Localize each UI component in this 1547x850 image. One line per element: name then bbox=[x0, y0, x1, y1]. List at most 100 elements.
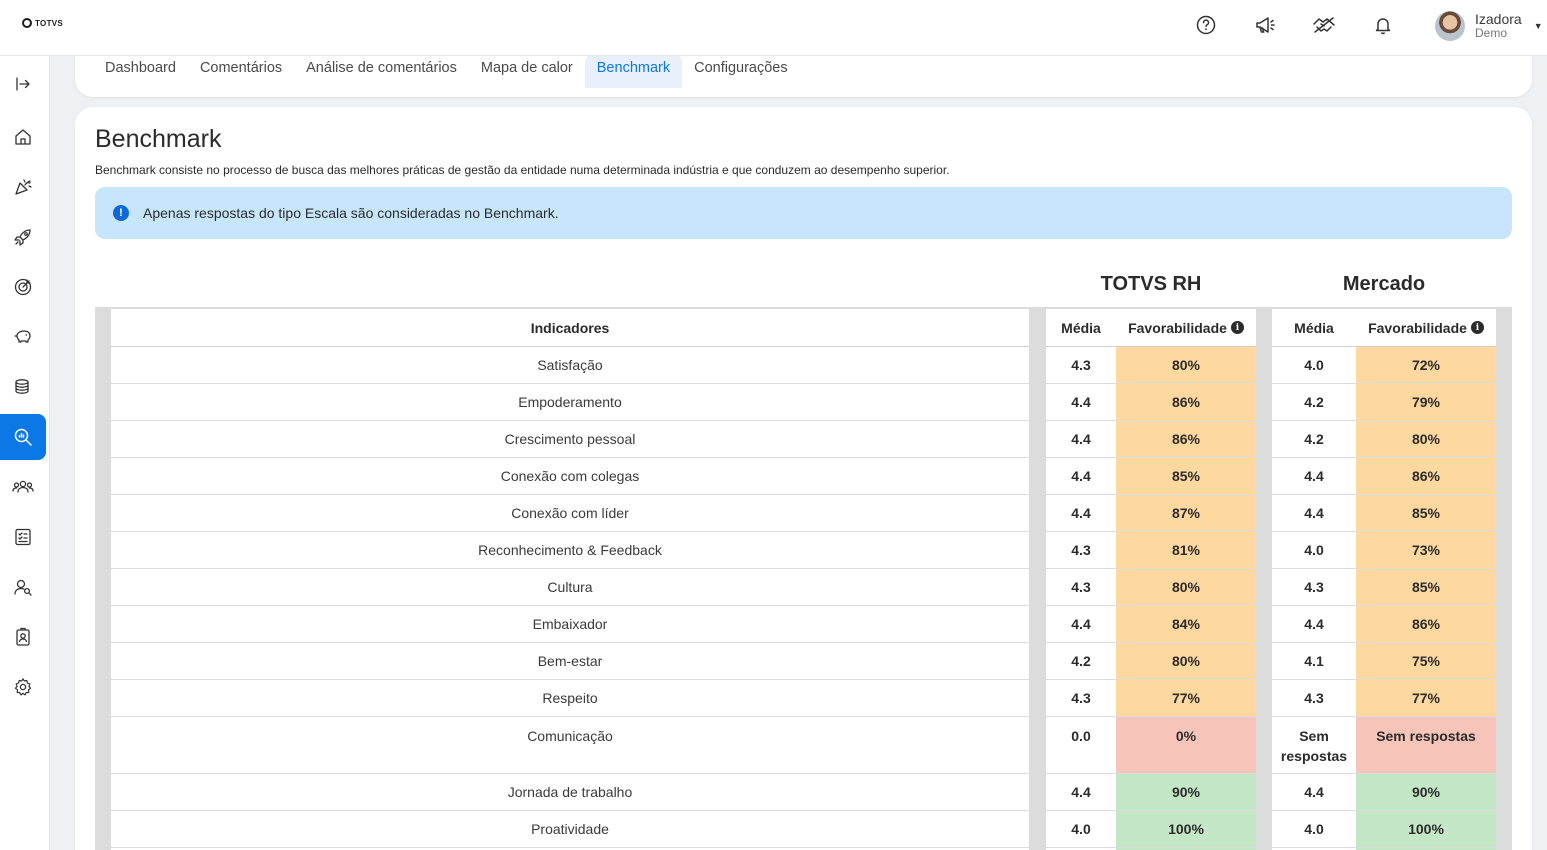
home-icon[interactable] bbox=[0, 114, 46, 160]
table-row: 4.3 80% bbox=[1046, 569, 1256, 606]
media-cell: 4.4 bbox=[1071, 468, 1091, 484]
media-cell: 4.4 bbox=[1304, 468, 1324, 484]
avatar bbox=[1435, 11, 1465, 41]
help-icon[interactable] bbox=[1194, 13, 1218, 37]
media-cell: 4.3 bbox=[1071, 690, 1091, 706]
tab-an-lise-de-coment-rios[interactable]: Análise de comentários bbox=[294, 54, 469, 88]
table-row: Bem-estar bbox=[111, 643, 1029, 680]
handshake-icon[interactable] bbox=[1312, 13, 1336, 37]
top-header: TOTVS Izadora Demo ▼ bbox=[0, 0, 1547, 56]
table-row: 4.0 100% bbox=[1046, 811, 1256, 848]
header-indicadores: Indicadores bbox=[530, 319, 610, 336]
favorabilidade-cell: 81% bbox=[1116, 532, 1256, 568]
favorabilidade-cell: 86% bbox=[1356, 458, 1496, 494]
table-row: 4.4 87% bbox=[1046, 495, 1256, 532]
table-row: 4.0 73% bbox=[1272, 532, 1496, 569]
favorabilidade-cell: 79% bbox=[1356, 384, 1496, 420]
favorabilidade-cell: 85% bbox=[1356, 495, 1496, 531]
favorabilidade-cell: 72% bbox=[1356, 347, 1496, 383]
favorabilidade-cell: 80% bbox=[1116, 643, 1256, 679]
page-description: Benchmark consiste no processo de busca … bbox=[95, 163, 950, 177]
tab-dashboard[interactable]: Dashboard bbox=[93, 54, 188, 88]
bell-icon[interactable] bbox=[1371, 13, 1395, 37]
checklist-icon[interactable] bbox=[0, 514, 46, 560]
table-row: 4.4 86% bbox=[1046, 421, 1256, 458]
table-row: 4.4 90% bbox=[1272, 774, 1496, 811]
table-row: 4.4 85% bbox=[1046, 458, 1256, 495]
table-row: 4.4 86% bbox=[1046, 384, 1256, 421]
favorabilidade-cell: 80% bbox=[1116, 569, 1256, 605]
celebration-icon[interactable] bbox=[0, 164, 46, 210]
benchmark-table: Indicadores Satisfação Empoderamento Cresc… bbox=[95, 307, 1512, 850]
favorabilidade-cell: 100% bbox=[1356, 811, 1496, 847]
benchmark-card: Benchmark Benchmark consiste no processo… bbox=[75, 107, 1532, 850]
target-icon[interactable] bbox=[0, 264, 46, 310]
table-row: 4.3 80% bbox=[1046, 347, 1256, 384]
media-cell: 4.3 bbox=[1071, 357, 1091, 373]
logo-ring-icon bbox=[22, 18, 32, 28]
gear-icon[interactable] bbox=[0, 664, 46, 710]
user-role: Demo bbox=[1475, 26, 1508, 40]
search-analytics-icon[interactable] bbox=[0, 414, 46, 460]
people-icon[interactable] bbox=[0, 464, 46, 510]
indicador-cell: Reconhecimento & Feedback bbox=[478, 542, 662, 558]
table-row: 4.3 77% bbox=[1046, 680, 1256, 717]
badge-icon[interactable] bbox=[0, 614, 46, 660]
table-row: 4.0 100% bbox=[1272, 811, 1496, 848]
media-cell: 4.3 bbox=[1071, 579, 1091, 595]
media-cell: 4.4 bbox=[1071, 616, 1091, 632]
table-row: 4.4 84% bbox=[1046, 606, 1256, 643]
favorabilidade-cell: 100% bbox=[1116, 811, 1256, 847]
table-row: Respeito bbox=[111, 680, 1029, 717]
media-cell: 4.4 bbox=[1304, 784, 1324, 800]
header-favorabilidade: Favorabilidade i bbox=[1356, 309, 1496, 346]
table-row: 4.1 75% bbox=[1272, 643, 1496, 680]
totvs-logo[interactable]: TOTVS bbox=[22, 18, 63, 28]
table-row: Conexão com colegas bbox=[111, 458, 1029, 495]
logo-text: TOTVS bbox=[35, 18, 64, 28]
table-row: 4.3 85% bbox=[1272, 569, 1496, 606]
table-row: 4.2 80% bbox=[1272, 421, 1496, 458]
tab-configura-es[interactable]: Configurações bbox=[682, 54, 800, 88]
table-row: Empoderamento bbox=[111, 384, 1029, 421]
rocket-icon[interactable] bbox=[0, 214, 46, 260]
media-cell: 4.4 bbox=[1304, 505, 1324, 521]
piggy-bank-icon[interactable] bbox=[0, 314, 46, 360]
table-row: Jornada de trabalho bbox=[111, 774, 1029, 811]
expand-icon[interactable] bbox=[0, 61, 46, 107]
tab-benchmark[interactable]: Benchmark bbox=[584, 54, 683, 88]
table-row: 4.2 80% bbox=[1046, 643, 1256, 680]
group-header-totvs: TOTVS RH bbox=[1100, 273, 1202, 295]
header-favorabilidade: Favorabilidade i bbox=[1116, 309, 1256, 346]
user-menu[interactable]: Izadora Demo ▼ bbox=[1435, 11, 1543, 41]
table-row: 4.4 86% bbox=[1272, 458, 1496, 495]
info-icon[interactable]: i bbox=[1230, 321, 1244, 334]
indicador-cell: Respeito bbox=[542, 690, 598, 706]
media-cell: 4.4 bbox=[1071, 784, 1091, 800]
tab-coment-rios[interactable]: Comentários bbox=[188, 54, 294, 88]
media-cell: 4.3 bbox=[1304, 579, 1324, 595]
indicador-cell: Cultura bbox=[547, 579, 593, 595]
info-icon[interactable]: i bbox=[1470, 321, 1484, 334]
table-row: Comunicação bbox=[111, 717, 1029, 774]
sidebar bbox=[0, 56, 50, 850]
user-search-icon[interactable] bbox=[0, 564, 46, 610]
chevron-down-icon[interactable]: ▼ bbox=[1534, 21, 1543, 31]
mercado-column: Média Favorabilidade i 4.0 72% 4.2 79% 4.2 80… bbox=[1272, 309, 1496, 850]
indicador-cell: Jornada de trabalho bbox=[507, 784, 633, 800]
media-cell: 4.2 bbox=[1071, 653, 1091, 669]
favorabilidade-cell: 77% bbox=[1116, 680, 1256, 716]
indicador-cell: Conexão com colegas bbox=[500, 468, 640, 484]
favorabilidade-cell: 86% bbox=[1356, 606, 1496, 642]
tab-mapa-de-calor[interactable]: Mapa de calor bbox=[469, 54, 585, 88]
favorabilidade-cell: 75% bbox=[1356, 643, 1496, 679]
megaphone-icon[interactable] bbox=[1253, 13, 1277, 37]
indicador-cell: Crescimento pessoal bbox=[504, 431, 636, 447]
media-cell: 0.0 bbox=[1071, 728, 1091, 744]
header-icons bbox=[1194, 13, 1430, 37]
table-row: Reconhecimento & Feedback bbox=[111, 532, 1029, 569]
table-row: Conexão com líder bbox=[111, 495, 1029, 532]
table-row: Cultura bbox=[111, 569, 1029, 606]
media-cell: 4.2 bbox=[1304, 431, 1324, 447]
coins-icon[interactable] bbox=[0, 364, 46, 410]
